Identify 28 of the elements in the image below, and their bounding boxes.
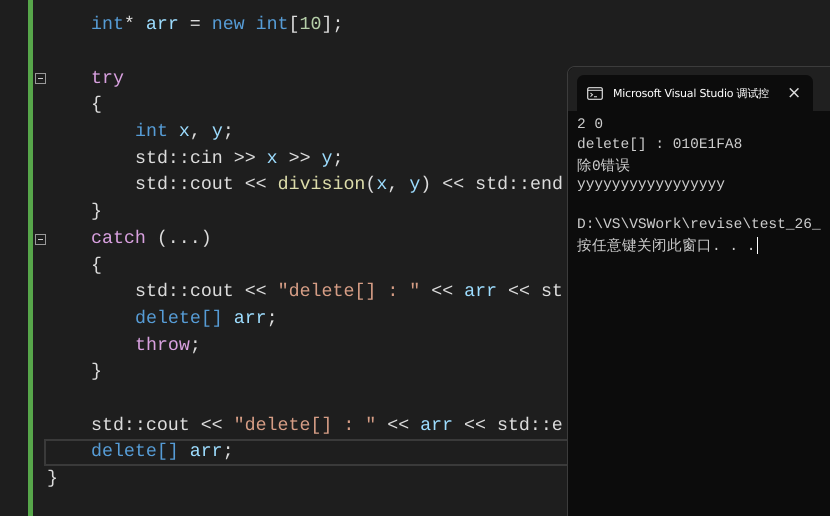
console-text: 2 0	[577, 117, 604, 133]
code-line: int* arr = new int[10];	[91, 15, 344, 36]
code-line: std::cout << "delete[] : " << arr << st	[135, 282, 563, 302]
code-line: std::cout << division(x, y) << std::end	[135, 175, 563, 196]
close-button[interactable]: ×	[783, 83, 806, 103]
collapse-icon[interactable]	[35, 73, 46, 84]
code-line: {	[91, 95, 102, 116]
code-line: std::cin >> x >> y;	[135, 148, 344, 169]
code-line: catch (...)	[91, 228, 212, 249]
terminal-icon	[587, 86, 603, 100]
code-line: {	[91, 256, 102, 276]
code-line: delete[] arr;	[91, 442, 234, 462]
code-line: try	[91, 68, 124, 89]
collapse-icon[interactable]	[35, 234, 46, 244]
code-line: int x, y;	[135, 122, 234, 142]
console-tab[interactable]: Microsoft Visual Studio 调试控 ×	[577, 75, 813, 111]
code-line: }	[91, 362, 102, 382]
console-text: delete[] : 010E1FA8	[577, 137, 742, 153]
code-line: }	[91, 202, 102, 222]
console-text: D:\VS\VSWork\revise\test_26_	[577, 217, 821, 233]
console-text: 按任意键关闭此窗口. . .	[577, 236, 756, 254]
code-line: std::cout << "delete[] : " << arr << std::e	[91, 416, 563, 436]
console-text: 除0错误	[577, 157, 631, 174]
code-line: }	[47, 469, 58, 490]
tab-title: Microsoft Visual Studio 调试控	[613, 86, 770, 100]
console-text: yyyyyyyyyyyyyyyyy	[577, 177, 725, 193]
code-line: delete[] arr;	[135, 308, 278, 329]
code-line: throw;	[135, 336, 201, 356]
